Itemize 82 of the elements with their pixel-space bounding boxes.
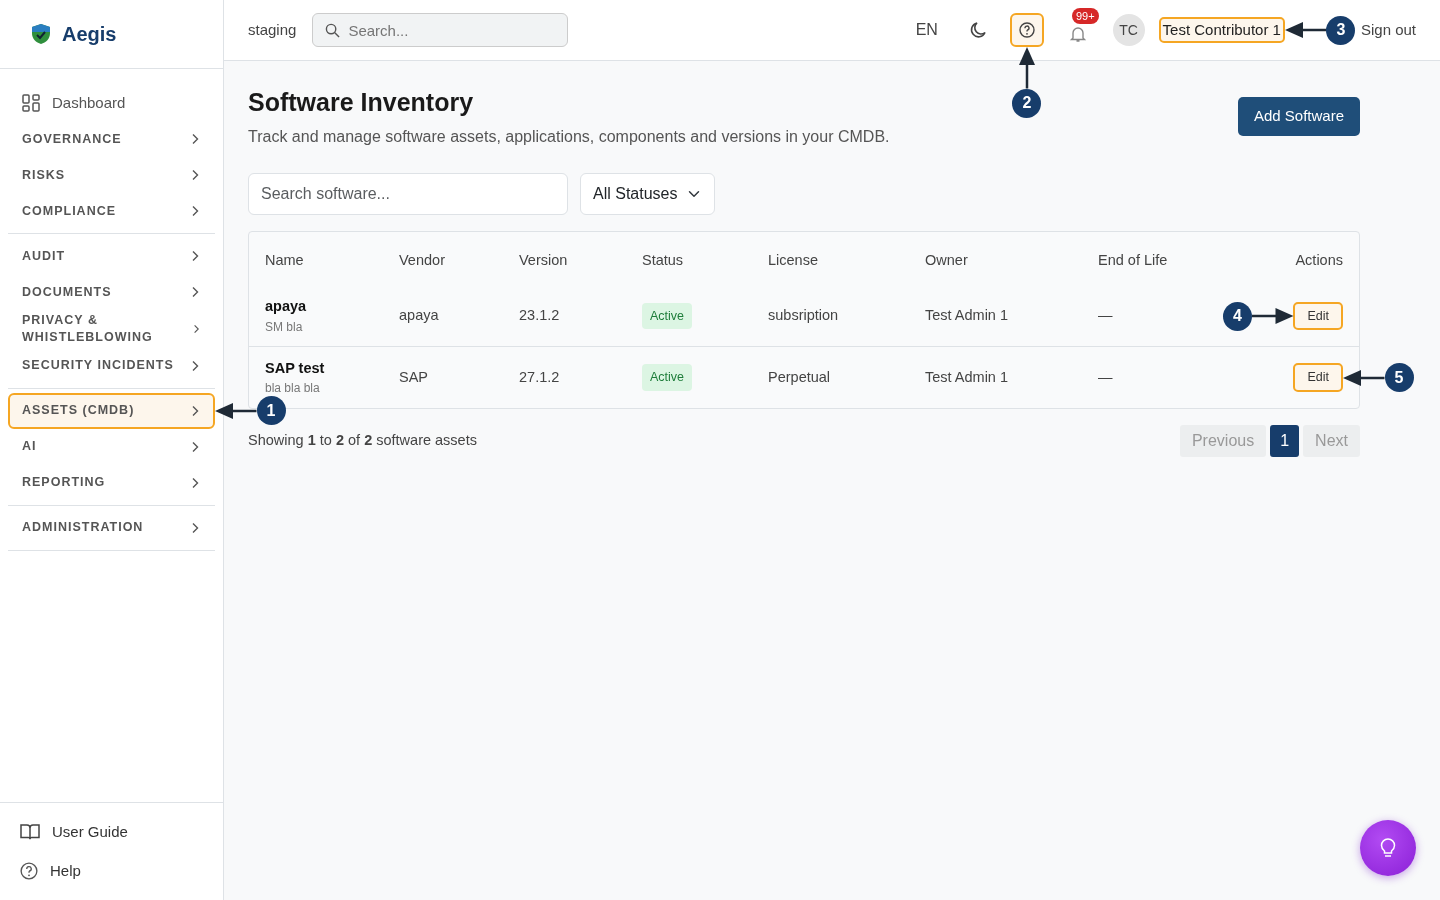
- sidebar-section[interactable]: AI: [8, 428, 215, 465]
- status-badge: Active: [642, 302, 693, 330]
- edit-button[interactable]: Edit: [1293, 301, 1343, 331]
- assistant-button[interactable]: [1360, 820, 1416, 876]
- software-name: SAP test: [265, 358, 326, 378]
- chevron-icon: [191, 521, 199, 534]
- vendor-cell: apaya: [399, 307, 439, 324]
- help-link[interactable]: Help: [20, 859, 203, 882]
- edit-button[interactable]: Edit: [1293, 363, 1343, 392]
- dashboard-link[interactable]: Dashboard: [8, 85, 215, 121]
- book-icon: [20, 823, 40, 842]
- column-header: Status: [641, 251, 685, 270]
- page-button[interactable]: 1: [1270, 424, 1300, 457]
- chevron-icon: [191, 205, 199, 217]
- callout-arrow: [1284, 22, 1327, 38]
- callout-arrow: [1251, 308, 1294, 324]
- help-icon: [1018, 22, 1035, 38]
- column-header: Owner: [924, 251, 969, 270]
- callout-number: 2: [1012, 88, 1042, 118]
- software-description: SM bla: [265, 318, 304, 336]
- user-guide-link[interactable]: User Guide: [20, 821, 203, 844]
- sidebar-section[interactable]: ADMINISTRATION: [8, 509, 215, 546]
- owner-cell: Test Admin 1: [925, 307, 1008, 324]
- chevron-icon: [191, 250, 199, 262]
- callout-arrow: [215, 402, 257, 419]
- notification-count: 99+: [1071, 7, 1099, 24]
- sidebar-section[interactable]: AUDIT: [8, 238, 215, 274]
- sidebar-section[interactable]: REPORTING: [8, 464, 215, 501]
- callout-arrow: [1343, 369, 1385, 386]
- column-header: Version: [518, 251, 569, 270]
- license-cell: subsription: [768, 307, 839, 324]
- sign-out-link[interactable]: Sign out: [1360, 18, 1416, 42]
- sidebar-section[interactable]: SECURITY INCIDENTS: [8, 347, 215, 384]
- sidebar-section[interactable]: GOVERNANCE: [8, 121, 215, 157]
- page-subtitle: Track and manage software assets, applications, components and versions in your CMDB.: [248, 127, 890, 147]
- brand-name[interactable]: Aegis: [62, 19, 117, 49]
- chevron-icon: [191, 133, 199, 145]
- chevron-icon: [191, 359, 199, 372]
- column-header: End of Life: [1097, 251, 1169, 270]
- user-avatar[interactable]: TC: [1112, 14, 1145, 46]
- chevron-icon: [192, 322, 199, 335]
- chevron-icon: [191, 286, 199, 298]
- chevron-icon: [191, 169, 199, 181]
- results-summary: Showing 1 to 2 of 2 software assets: [248, 430, 477, 450]
- vendor-cell: SAP: [399, 368, 428, 385]
- software-description: bla bla bla: [265, 380, 321, 398]
- license-cell: Perpetual: [768, 368, 831, 385]
- owner-cell: Test Admin 1: [925, 368, 1008, 385]
- sidebar-section[interactable]: ASSETS (CMDB): [8, 392, 215, 429]
- column-header: Vendor: [398, 251, 446, 270]
- column-header: License: [767, 251, 819, 270]
- end-of-life-cell: —: [1098, 307, 1113, 324]
- shield-logo-icon: [30, 23, 52, 45]
- version-cell: 23.1.2: [519, 307, 560, 324]
- sidebar-section[interactable]: RISKS: [8, 157, 215, 193]
- callout-arrow: [1018, 47, 1035, 89]
- chevron-icon: [191, 476, 199, 489]
- version-cell: 27.1.2: [519, 368, 560, 385]
- bell-icon[interactable]: [1069, 24, 1088, 43]
- callout-number: 5: [1384, 363, 1414, 392]
- sidebar-section[interactable]: DOCUMENTS: [8, 274, 215, 310]
- software-name: apaya: [265, 297, 308, 317]
- status-badge: Active: [642, 364, 693, 391]
- end-of-life-cell: —: [1098, 368, 1113, 385]
- user-name[interactable]: Test Contributor 1: [1158, 16, 1285, 44]
- page-title: Software Inventory: [248, 87, 475, 117]
- environment-label: staging: [248, 19, 297, 40]
- help-icon: [20, 861, 38, 880]
- add-software-button[interactable]: Add Software: [1237, 97, 1360, 136]
- column-header: Name: [264, 251, 305, 270]
- language-button[interactable]: EN: [913, 13, 940, 47]
- chevron-icon: [191, 404, 199, 417]
- chevron-icon: [191, 440, 199, 453]
- help-button[interactable]: [1009, 13, 1044, 47]
- status-filter-select[interactable]: All Statuses: [580, 173, 715, 215]
- grid-icon: [22, 94, 40, 112]
- search-field[interactable]: Search...: [312, 13, 569, 47]
- sidebar-section[interactable]: PRIVACY & WHISTLEBLOWING: [8, 310, 215, 348]
- column-header: Actions: [1294, 251, 1344, 270]
- sidebar-section[interactable]: COMPLIANCE: [8, 193, 215, 229]
- software-search-field[interactable]: Search software...: [248, 173, 568, 215]
- lightbulb-icon: [1378, 837, 1398, 859]
